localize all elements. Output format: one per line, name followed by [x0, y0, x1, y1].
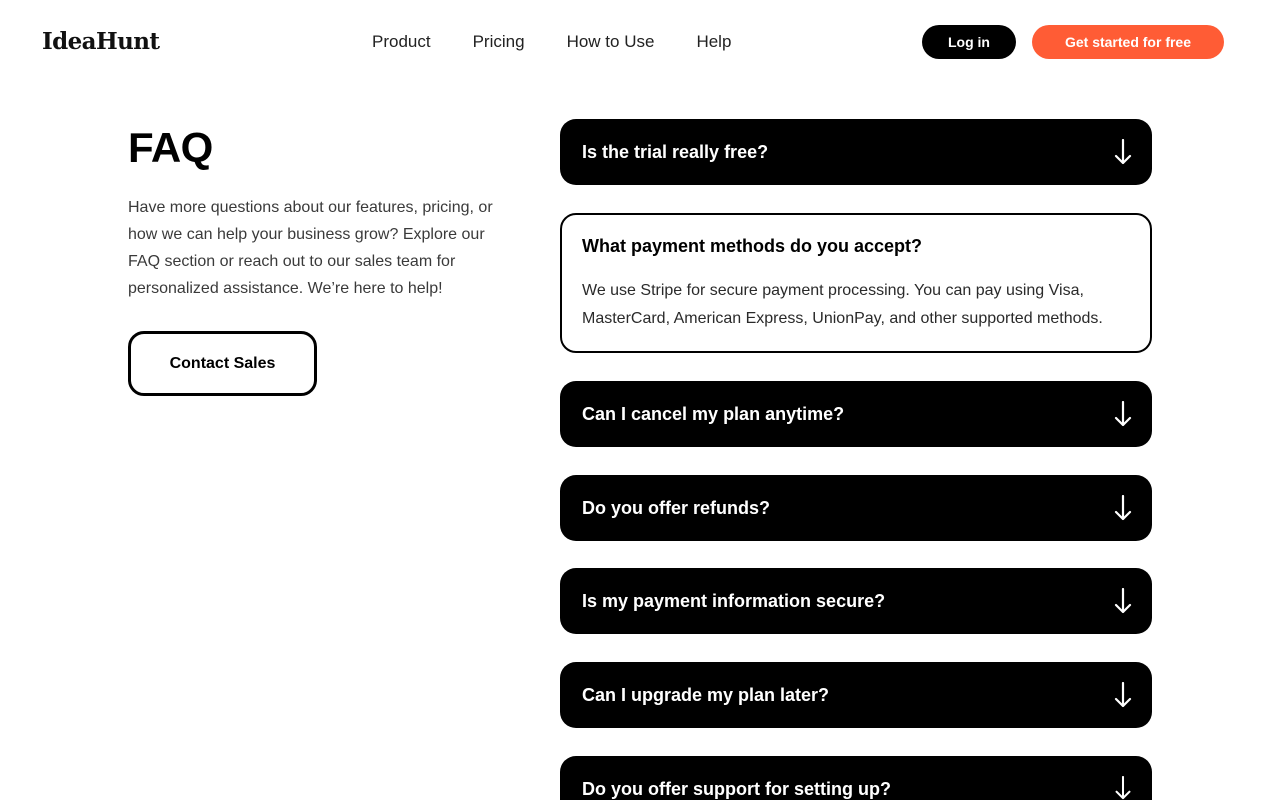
nav-item-pricing[interactable]: Pricing: [473, 30, 525, 54]
get-started-button[interactable]: Get started for free: [1032, 25, 1224, 59]
faq-question: Do you offer refunds?: [582, 498, 770, 518]
faq-item-setup-support[interactable]: Do you offer support for setting up?: [560, 756, 1152, 800]
arrow-down-icon: [1114, 495, 1132, 521]
faq-question: Can I cancel my plan anytime?: [582, 404, 845, 424]
nav-item-help[interactable]: Help: [696, 30, 731, 54]
arrow-down-icon: [1115, 776, 1131, 800]
faq-question: Do you offer support for setting up?: [582, 779, 891, 799]
nav-item-how-to-use[interactable]: How to Use: [567, 30, 655, 54]
contact-sales-button[interactable]: Contact Sales: [128, 331, 317, 396]
faq-question: Can I upgrade my plan later?: [582, 685, 830, 705]
faq-answer: We use Stripe for secure payment process…: [582, 282, 1103, 327]
faq-item-upgrade-plan[interactable]: Can I upgrade my plan later?: [560, 662, 1152, 728]
brand-logo[interactable]: IdeaHunt: [42, 26, 160, 58]
arrow-down-icon: [1114, 682, 1132, 708]
faq-description: Have more questions about our features, …: [128, 199, 493, 297]
faq-item-payment-secure[interactable]: Is my payment information secure?: [560, 568, 1152, 634]
arrow-down-icon: [1114, 139, 1132, 165]
main-nav: Product Pricing How to Use Help: [372, 30, 731, 54]
arrow-down-icon: [1114, 401, 1132, 427]
faq-question: Is my payment information secure?: [582, 591, 886, 611]
faq-item-trial-free[interactable]: Is the trial really free?: [560, 119, 1152, 185]
site-header: IdeaHunt Product Pricing How to Use Help…: [0, 0, 1280, 84]
arrow-down-icon: [1114, 588, 1132, 614]
nav-item-product[interactable]: Product: [372, 30, 431, 54]
faq-item-cancel-plan[interactable]: Can I cancel my plan anytime?: [560, 381, 1152, 447]
faq-item-payment-methods[interactable]: What payment methods do you accept? We u…: [560, 213, 1152, 353]
faq-item-refunds[interactable]: Do you offer refunds?: [560, 475, 1152, 541]
page-title: FAQ: [128, 124, 213, 171]
faq-question: What payment methods do you accept?: [582, 236, 923, 256]
login-button[interactable]: Log in: [922, 25, 1016, 59]
faq-question: Is the trial really free?: [582, 142, 769, 162]
